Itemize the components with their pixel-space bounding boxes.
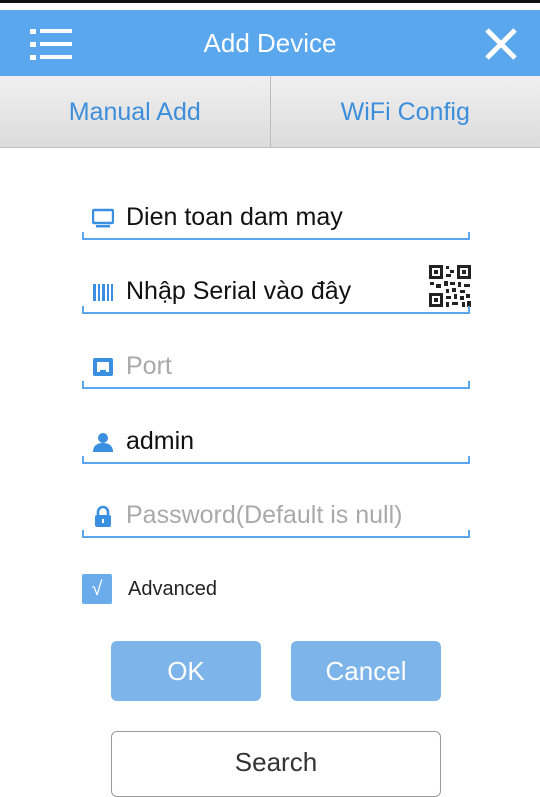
menu-icon[interactable] xyxy=(30,27,72,61)
password-input[interactable] xyxy=(126,498,446,532)
lock-icon xyxy=(92,505,114,527)
serial-field xyxy=(82,272,470,314)
tab-wifi-config[interactable]: WiFi Config xyxy=(271,76,540,148)
tab-bar: Manual Add WiFi Config xyxy=(0,76,540,148)
username-field xyxy=(82,422,470,464)
username-input[interactable] xyxy=(126,424,446,458)
qr-code-icon[interactable] xyxy=(428,264,472,308)
tab-manual-add[interactable]: Manual Add xyxy=(0,76,271,148)
serial-input[interactable] xyxy=(126,274,446,308)
close-icon[interactable] xyxy=(484,27,518,61)
cancel-button[interactable]: Cancel xyxy=(291,641,441,701)
ok-button[interactable]: OK xyxy=(111,641,261,701)
port-input[interactable] xyxy=(126,349,446,383)
user-icon xyxy=(92,431,114,453)
header-bar: Add Device xyxy=(0,10,540,76)
password-field xyxy=(82,496,470,538)
device-name-input[interactable] xyxy=(126,200,446,234)
port-icon xyxy=(92,356,114,378)
check-icon: √ xyxy=(92,578,103,601)
search-button[interactable]: Search xyxy=(111,731,441,797)
barcode-icon xyxy=(92,281,114,303)
device-name-field xyxy=(82,198,470,240)
status-bar-edge xyxy=(0,0,540,10)
monitor-icon xyxy=(92,207,114,229)
page-title: Add Device xyxy=(0,10,540,76)
advanced-checkbox[interactable]: √ xyxy=(82,574,112,604)
port-field xyxy=(82,347,470,389)
advanced-label: Advanced xyxy=(128,578,217,601)
advanced-option[interactable]: √ Advanced xyxy=(82,573,217,605)
